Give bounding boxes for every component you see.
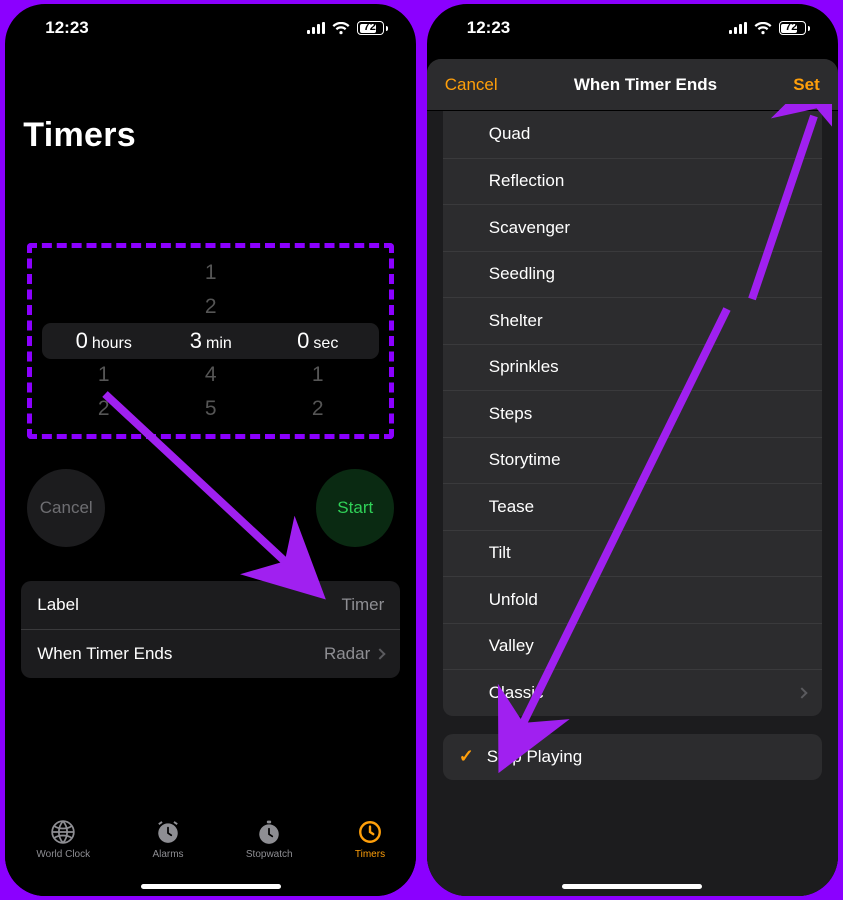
sound-option[interactable]: Steps bbox=[443, 390, 822, 437]
cellular-icon bbox=[307, 22, 325, 34]
sheet-header: Cancel When Timer Ends Set bbox=[427, 59, 838, 111]
tab-timers[interactable]: Timers bbox=[355, 818, 385, 860]
sound-option[interactable]: Scavenger bbox=[443, 204, 822, 251]
set-button[interactable]: Set bbox=[793, 75, 819, 95]
label-title: Label bbox=[37, 595, 79, 615]
sound-sheet: Cancel When Timer Ends Set Quad Reflecti… bbox=[427, 59, 838, 896]
sound-option[interactable]: Shelter bbox=[443, 297, 822, 344]
stopwatch-icon bbox=[255, 818, 283, 846]
picker-hours[interactable]: 0hours 1 2 bbox=[50, 256, 157, 426]
sound-option[interactable]: Unfold bbox=[443, 576, 822, 623]
sound-option[interactable]: Valley bbox=[443, 623, 822, 670]
sound-option[interactable]: Tilt bbox=[443, 530, 822, 577]
sound-option[interactable]: Quad bbox=[443, 111, 822, 158]
globe-icon bbox=[49, 818, 77, 846]
status-bar: 12:23 72 bbox=[5, 4, 416, 52]
cellular-icon bbox=[729, 22, 747, 34]
picker-seconds[interactable]: 0sec 1 2 bbox=[264, 256, 371, 426]
cancel-button[interactable]: Cancel bbox=[445, 75, 498, 95]
battery-icon: 72 bbox=[779, 21, 810, 35]
battery-icon: 72 bbox=[357, 21, 388, 35]
status-right: 72 bbox=[307, 21, 388, 35]
home-indicator[interactable] bbox=[141, 884, 281, 889]
phone-screen-sound-picker: 12:23 72 Can bbox=[425, 2, 840, 898]
sound-option[interactable]: Reflection bbox=[443, 158, 822, 205]
status-time: 12:23 bbox=[45, 18, 88, 38]
sound-option[interactable]: Seedling bbox=[443, 251, 822, 298]
cancel-button[interactable]: Cancel bbox=[27, 469, 105, 547]
timer-icon bbox=[356, 818, 384, 846]
picker-minutes[interactable]: 1 2 3min 4 5 bbox=[157, 256, 264, 426]
start-button[interactable]: Start bbox=[316, 469, 394, 547]
status-right: 72 bbox=[729, 21, 810, 35]
label-row[interactable]: Label Timer bbox=[21, 581, 400, 629]
label-value: Timer bbox=[341, 595, 384, 615]
checkmark-icon: ✓ bbox=[459, 746, 487, 767]
status-bar: 12:23 72 bbox=[427, 4, 838, 52]
tab-alarms[interactable]: Alarms bbox=[152, 818, 183, 860]
sound-option[interactable]: Sprinkles bbox=[443, 344, 822, 391]
chevron-right-icon bbox=[375, 648, 386, 659]
when-timer-ends-row[interactable]: When Timer Ends Radar bbox=[21, 629, 400, 678]
sound-option[interactable]: Tease bbox=[443, 483, 822, 530]
when-ends-value: Radar bbox=[324, 644, 370, 664]
home-indicator[interactable] bbox=[562, 884, 702, 889]
tab-world-clock[interactable]: World Clock bbox=[36, 818, 90, 860]
tab-stopwatch[interactable]: Stopwatch bbox=[246, 818, 293, 860]
stop-playing-option[interactable]: ✓ Stop Playing bbox=[443, 734, 822, 781]
page-title: Timers bbox=[5, 52, 416, 155]
wifi-icon bbox=[754, 21, 772, 35]
status-time: 12:23 bbox=[467, 18, 510, 38]
sound-option-classic[interactable]: Classic bbox=[443, 669, 822, 716]
sound-list[interactable]: Quad Reflection Scavenger Seedling Shelt… bbox=[427, 111, 838, 896]
timer-settings: Label Timer When Timer Ends Radar bbox=[21, 581, 400, 678]
sound-option[interactable]: Storytime bbox=[443, 437, 822, 484]
chevron-right-icon bbox=[796, 687, 807, 698]
alarm-icon bbox=[154, 818, 182, 846]
phone-screen-timers: 12:23 72 Timers bbox=[3, 2, 418, 898]
when-ends-title: When Timer Ends bbox=[37, 644, 172, 664]
sheet-title: When Timer Ends bbox=[574, 75, 717, 95]
time-picker[interactable]: 0hours 1 2 1 2 3min 4 5 0sec bbox=[27, 243, 394, 439]
wifi-icon bbox=[332, 21, 350, 35]
